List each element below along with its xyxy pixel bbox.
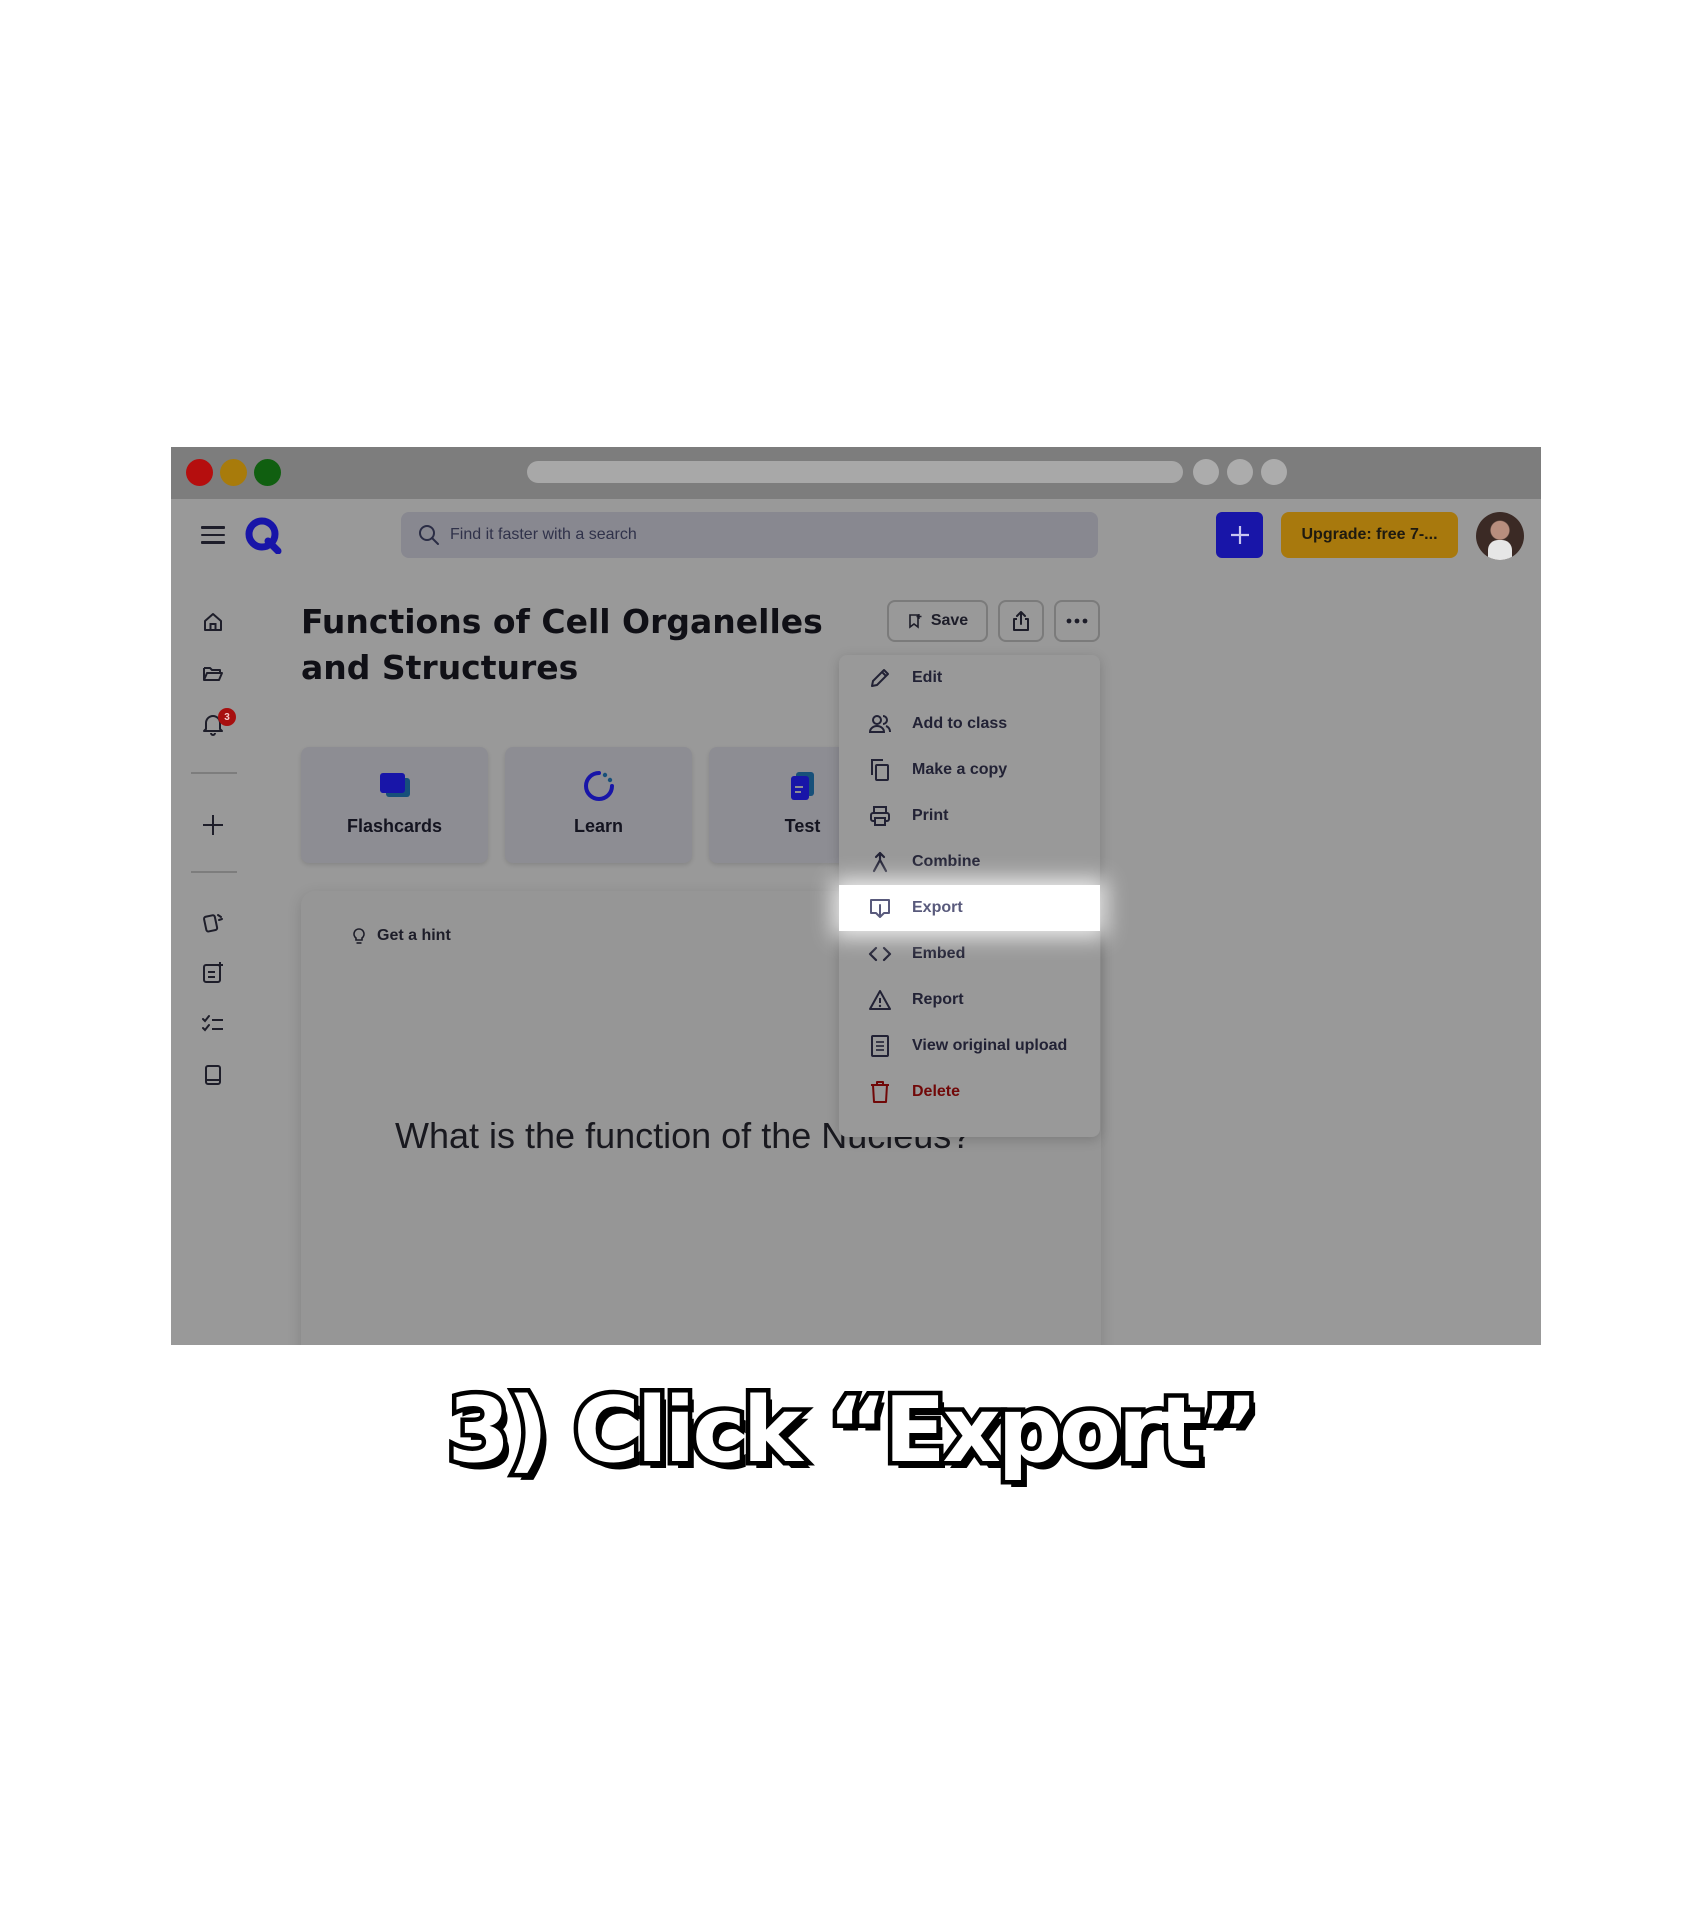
save-button[interactable]: Save — [887, 600, 988, 642]
upgrade-button[interactable]: Upgrade: free 7-... — [1281, 512, 1458, 558]
title-bar — [171, 447, 1541, 499]
menu-item-label: Report — [912, 991, 964, 1008]
minimize-window-button[interactable] — [220, 459, 247, 486]
bookmark-icon — [909, 614, 922, 629]
save-label: Save — [930, 612, 969, 629]
export-icon — [870, 899, 890, 918]
trash-icon — [871, 1081, 889, 1103]
people-icon — [868, 715, 891, 733]
menu-item-edit[interactable]: Edit — [839, 655, 1100, 701]
printer-icon — [870, 806, 890, 826]
plus-icon — [1230, 526, 1249, 544]
folder-icon[interactable] — [200, 660, 226, 686]
create-button[interactable] — [1216, 512, 1263, 558]
plus-icon[interactable] — [200, 812, 226, 838]
lightbulb-icon — [353, 928, 365, 944]
mode-flashcards[interactable]: Flashcards — [301, 747, 488, 863]
quizlet-logo[interactable] — [244, 516, 282, 554]
menu-item-label: View original upload — [912, 1037, 1068, 1054]
more-options-menu: Edit Add to class Make a copy Print Comb… — [839, 655, 1100, 1137]
divider — [191, 772, 237, 774]
mode-learn[interactable]: Learn — [505, 747, 692, 863]
window-control-dot — [1227, 459, 1253, 485]
maximize-window-button[interactable] — [254, 459, 281, 486]
menu-icon[interactable] — [201, 526, 225, 544]
menu-item-label: Edit — [912, 669, 943, 686]
divider — [191, 871, 237, 873]
share-button[interactable] — [998, 600, 1044, 642]
window-control-dot — [1193, 459, 1219, 485]
avatar[interactable] — [1476, 512, 1524, 560]
hint-button[interactable]: Get a hint — [351, 927, 451, 945]
flashcards-icon — [380, 773, 410, 797]
merge-icon — [872, 851, 888, 873]
test-icon — [791, 772, 814, 800]
copy-icon — [871, 759, 889, 781]
menu-item-label: Combine — [912, 853, 981, 870]
mode-label: Flashcards — [346, 816, 443, 836]
instruction-caption: 3) Click “Export” — [443, 1374, 1263, 1488]
menu-item-label: Delete — [912, 1083, 961, 1100]
ellipsis-icon — [1066, 618, 1088, 624]
menu-item-report[interactable]: Report — [839, 977, 1100, 1023]
search-placeholder: Find it faster with a search — [450, 526, 637, 543]
notes-icon[interactable] — [200, 960, 226, 986]
search-input[interactable]: Find it faster with a search — [401, 512, 1098, 558]
menu-item-make-a-copy[interactable]: Make a copy — [839, 747, 1100, 793]
menu-item-print[interactable]: Print — [839, 793, 1100, 839]
checklist-icon[interactable] — [200, 1011, 226, 1037]
book-icon[interactable] — [200, 1062, 226, 1088]
notification-badge: 3 — [218, 708, 236, 726]
menu-item-label: Print — [912, 807, 949, 824]
window-control-dot — [1261, 459, 1287, 485]
menu-item-label: Make a copy — [912, 761, 1008, 778]
share-icon — [1013, 611, 1029, 631]
cards-icon[interactable] — [200, 909, 226, 935]
close-window-button[interactable] — [186, 459, 213, 486]
warning-icon — [869, 990, 891, 1010]
menu-item-label: Export — [912, 899, 963, 916]
menu-item-label: Embed — [912, 945, 966, 962]
mode-label: Learn — [573, 816, 624, 836]
more-options-button[interactable] — [1054, 600, 1100, 642]
browser-window: Find it faster with a search Upgrade: fr… — [171, 447, 1541, 1345]
menu-item-delete[interactable]: Delete — [839, 1069, 1100, 1115]
page-title: Functions of Cell Organelles and Structu… — [301, 602, 823, 687]
app-header: Find it faster with a search Upgrade: fr… — [171, 499, 1541, 571]
code-icon — [868, 946, 892, 962]
menu-item-export[interactable]: Export — [839, 885, 1100, 931]
menu-item-combine[interactable]: Combine — [839, 839, 1100, 885]
pencil-icon — [871, 669, 889, 687]
hint-label: Get a hint — [377, 927, 451, 944]
document-icon — [871, 1035, 889, 1057]
search-icon — [419, 525, 439, 545]
home-icon[interactable] — [200, 609, 226, 635]
learn-icon — [584, 771, 614, 801]
menu-item-view-original-upload[interactable]: View original upload — [839, 1023, 1100, 1069]
menu-item-label: Add to class — [912, 715, 1008, 732]
address-bar[interactable] — [527, 461, 1183, 483]
menu-item-add-to-class[interactable]: Add to class — [839, 701, 1100, 747]
menu-item-embed[interactable]: Embed — [839, 931, 1100, 977]
